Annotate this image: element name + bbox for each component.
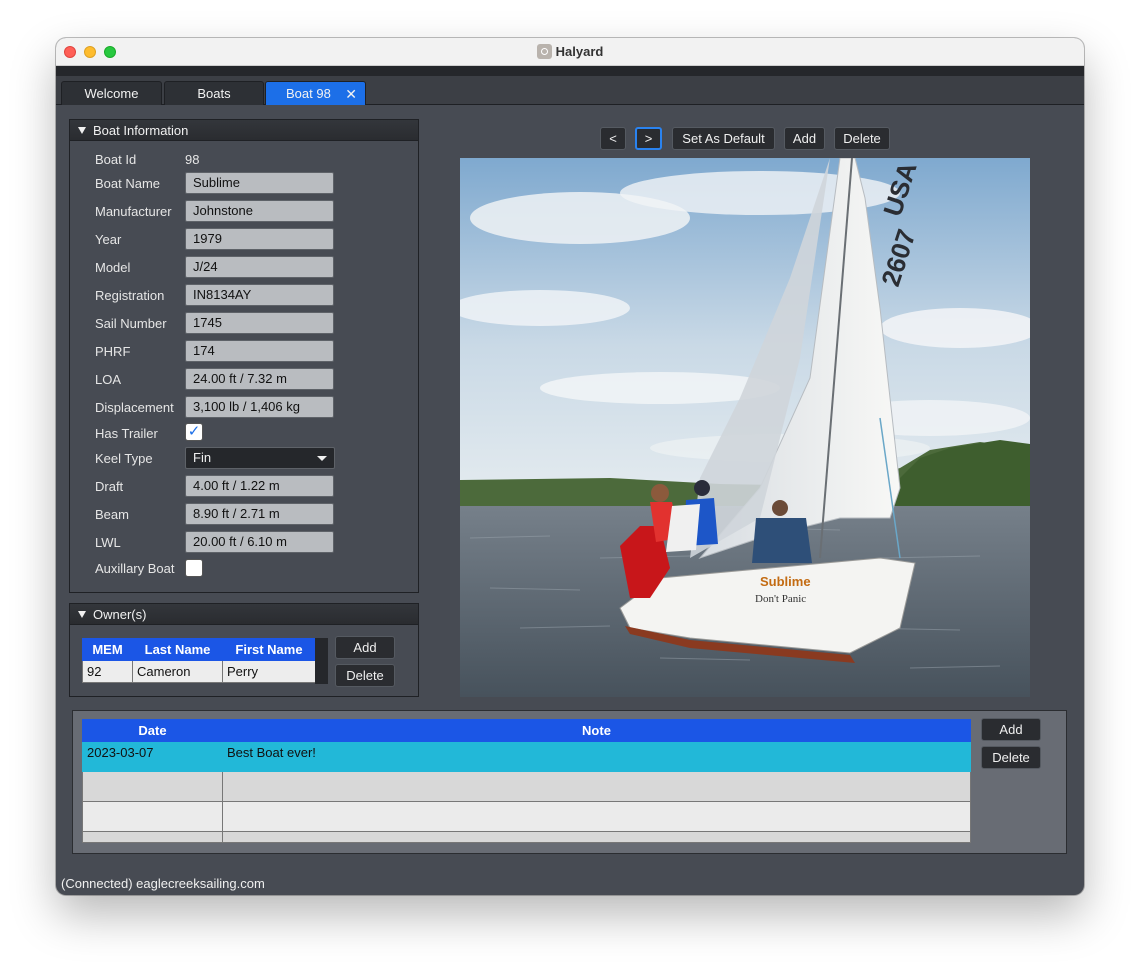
panel-title: Boat Information xyxy=(93,123,189,138)
has-trailer-label: Has Trailer xyxy=(95,426,158,441)
keel-type-select[interactable]: Fin xyxy=(185,447,335,469)
empty-cell[interactable] xyxy=(82,831,223,843)
owners-table: MEM Last Name First Name 92 Cameron Perr… xyxy=(82,638,316,683)
panel-title: Owner(s) xyxy=(93,607,147,622)
beam-label: Beam xyxy=(95,507,129,522)
displacement-label: Displacement xyxy=(95,400,174,415)
displacement-field[interactable]: 3,100 lb / 1,406 kg xyxy=(185,396,334,418)
boat-photo: USA 2607 Sublime Don't Panic xyxy=(460,158,1030,697)
notes-header-row: Date Note xyxy=(82,719,971,742)
close-tab-icon[interactable]: ✕ xyxy=(345,82,357,106)
phrf-label: PHRF xyxy=(95,344,131,359)
column-header-last-name[interactable]: Last Name xyxy=(132,638,223,661)
registration-label: Registration xyxy=(95,288,165,303)
tab-boats[interactable]: Boats xyxy=(164,81,264,105)
owner-last-name-cell[interactable]: Cameron xyxy=(132,660,223,683)
set-as-default-button[interactable]: Set As Default xyxy=(672,127,775,150)
owner-mem-cell[interactable]: 92 xyxy=(82,660,133,683)
collapse-triangle-icon xyxy=(78,611,86,618)
next-image-button[interactable]: > xyxy=(635,127,662,150)
delete-image-button[interactable]: Delete xyxy=(834,127,890,150)
add-owner-button[interactable]: Add xyxy=(335,636,395,659)
previous-image-button[interactable]: < xyxy=(600,127,626,150)
boat-name-label: Boat Name xyxy=(95,176,161,191)
table-row[interactable] xyxy=(82,831,971,843)
boat-id-label: Boat Id xyxy=(95,152,137,167)
year-label: Year xyxy=(95,232,122,247)
window-title-wrap: Halyard xyxy=(56,44,1084,59)
tab-label: Boat 98 xyxy=(286,86,331,101)
collapse-triangle-icon xyxy=(78,127,86,134)
owners-header[interactable]: Owner(s) xyxy=(70,604,418,625)
owners-panel: Owner(s) MEM Last Name First Name 92 Cam… xyxy=(69,603,419,697)
sailboat-image: USA 2607 Sublime Don't Panic xyxy=(460,158,1030,697)
hull-subtext: Don't Panic xyxy=(755,593,806,605)
tab-label: Welcome xyxy=(84,86,139,101)
phrf-field[interactable]: 174 xyxy=(185,340,334,362)
loa-field[interactable]: 24.00 ft / 7.32 m xyxy=(185,368,334,390)
notes-table: Date Note 2023-03-07 Best Boat ever! xyxy=(82,719,971,843)
checkmark-icon: ✓ xyxy=(187,423,201,440)
toolbar-strip xyxy=(56,66,1084,76)
note-date-cell[interactable]: 2023-03-07 xyxy=(82,741,223,772)
boat-name-field[interactable]: Sublime xyxy=(185,172,334,194)
table-row[interactable] xyxy=(82,771,971,802)
empty-cell[interactable] xyxy=(82,801,223,832)
tab-bar: Welcome Boats Boat 98 ✕ xyxy=(56,76,1084,105)
sail-number-field[interactable]: 1745 xyxy=(185,312,334,334)
connection-status: (Connected) eaglecreeksailing.com xyxy=(61,876,265,891)
manufacturer-label: Manufacturer xyxy=(95,204,172,219)
keel-type-value: Fin xyxy=(193,450,212,465)
column-header-mem[interactable]: MEM xyxy=(82,638,133,661)
registration-field[interactable]: IN8134AY xyxy=(185,284,334,306)
note-text-cell[interactable]: Best Boat ever! xyxy=(222,741,971,772)
draft-field[interactable]: 4.00 ft / 1.22 m xyxy=(185,475,334,497)
boat-information-header[interactable]: Boat Information xyxy=(70,120,418,141)
auxiliary-boat-checkbox[interactable] xyxy=(185,559,203,577)
empty-cell[interactable] xyxy=(222,771,971,802)
window-title: Halyard xyxy=(555,44,604,59)
boat-information-panel: Boat Information Boat Id 98 Boat Name Su… xyxy=(69,119,419,593)
model-field[interactable]: J/24 xyxy=(185,256,334,278)
beam-field[interactable]: 8.90 ft / 2.71 m xyxy=(185,503,334,525)
empty-cell[interactable] xyxy=(82,771,223,802)
loa-label: LOA xyxy=(95,372,122,387)
boat-id-value: 98 xyxy=(185,152,200,167)
column-header-first-name[interactable]: First Name xyxy=(222,638,316,661)
keel-type-label: Keel Type xyxy=(95,451,153,466)
lwl-field[interactable]: 20.00 ft / 6.10 m xyxy=(185,531,334,553)
model-label: Model xyxy=(95,260,131,275)
table-row[interactable]: 92 Cameron Perry xyxy=(82,660,316,683)
tab-welcome[interactable]: Welcome xyxy=(61,81,162,105)
title-bar: Halyard xyxy=(56,38,1084,66)
empty-cell[interactable] xyxy=(222,801,971,832)
owners-scrollbar[interactable] xyxy=(315,638,328,684)
year-field[interactable]: 1979 xyxy=(185,228,334,250)
lwl-label: LWL xyxy=(95,535,121,550)
delete-note-button[interactable]: Delete xyxy=(981,746,1041,769)
tab-boat-98[interactable]: Boat 98 ✕ xyxy=(265,81,366,105)
owner-first-name-cell[interactable]: Perry xyxy=(222,660,316,683)
owners-header-row: MEM Last Name First Name xyxy=(82,638,316,661)
column-header-note[interactable]: Note xyxy=(222,719,971,742)
add-image-button[interactable]: Add xyxy=(784,127,825,150)
has-trailer-checkbox[interactable]: ✓ xyxy=(185,423,203,441)
add-note-button[interactable]: Add xyxy=(981,718,1041,741)
app-window: Halyard Welcome Boats Boat 98 ✕ Boat Inf… xyxy=(56,38,1084,895)
empty-cell[interactable] xyxy=(222,831,971,843)
auxiliary-boat-label: Auxillary Boat xyxy=(95,561,175,576)
hull-name: Sublime xyxy=(760,574,811,589)
delete-owner-button[interactable]: Delete xyxy=(335,664,395,687)
table-row[interactable] xyxy=(82,801,971,832)
manufacturer-field[interactable]: Johnstone xyxy=(185,200,334,222)
tab-label: Boats xyxy=(197,86,231,101)
column-header-date[interactable]: Date xyxy=(82,719,223,742)
chevron-down-icon xyxy=(317,456,327,461)
notes-panel: Date Note 2023-03-07 Best Boat ever! Add… xyxy=(72,710,1067,854)
sail-number-label: Sail Number xyxy=(95,316,167,331)
table-row[interactable]: 2023-03-07 Best Boat ever! xyxy=(82,741,971,772)
app-icon xyxy=(536,44,552,59)
draft-label: Draft xyxy=(95,479,124,494)
